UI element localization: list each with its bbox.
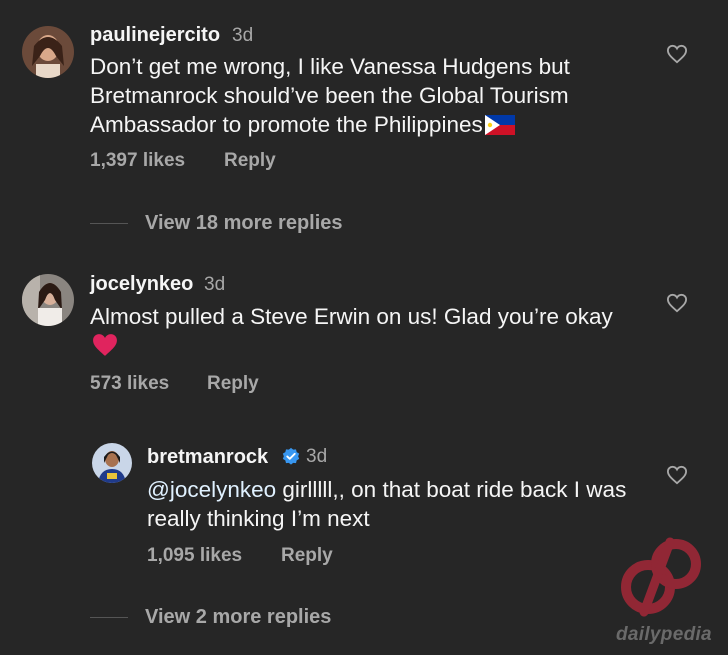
avatar-paulinejercito[interactable] [22,26,74,78]
philippines-flag-icon [484,115,515,135]
reply-button[interactable]: Reply [281,545,333,567]
reply-button[interactable]: Reply [207,373,259,395]
verified-badge-icon [282,447,300,465]
avatar-bretmanrock[interactable] [92,443,132,483]
like-heart-icon[interactable] [666,465,688,485]
comment-text: Almost pulled a Steve Erwin on us! Glad … [90,302,630,360]
comment-timestamp: 3d [232,25,254,46]
dailypedia-logo [621,537,701,617]
comment-text-content: Almost pulled a Steve Erwin on us! Glad … [90,304,613,329]
replies-divider [90,617,128,618]
like-count[interactable]: 1,397 likes [90,150,185,172]
reply-timestamp: 3d [306,446,328,467]
user-mention-link[interactable]: @jocelynkeo [147,477,276,502]
avatar-image [92,443,132,483]
reply-username[interactable]: bretmanrock [147,446,268,469]
like-count[interactable]: 1,095 likes [147,545,242,567]
avatar-image [22,274,74,326]
comment-text: Don’t get me wrong, I like Vanessa Hudge… [90,52,650,139]
comment-timestamp: 3d [204,274,226,295]
reply-button[interactable]: Reply [224,150,276,172]
red-heart-emoji-icon [93,334,117,356]
like-heart-icon[interactable] [666,293,688,313]
avatar-jocelynkeo[interactable] [22,274,74,326]
comment-username[interactable]: jocelynkeo [90,273,193,296]
watermark-text: dailypedia [616,624,712,645]
view-more-replies-button[interactable]: View 2 more replies [145,606,331,629]
view-more-replies-button[interactable]: View 18 more replies [145,212,343,235]
comment-username[interactable]: paulinejercito [90,24,220,47]
avatar-image [22,26,74,78]
like-heart-icon[interactable] [666,44,688,64]
replies-divider [90,223,128,224]
reply-text: @jocelynkeo girlllll,, on that boat ride… [147,475,647,533]
like-count[interactable]: 573 likes [90,373,169,395]
